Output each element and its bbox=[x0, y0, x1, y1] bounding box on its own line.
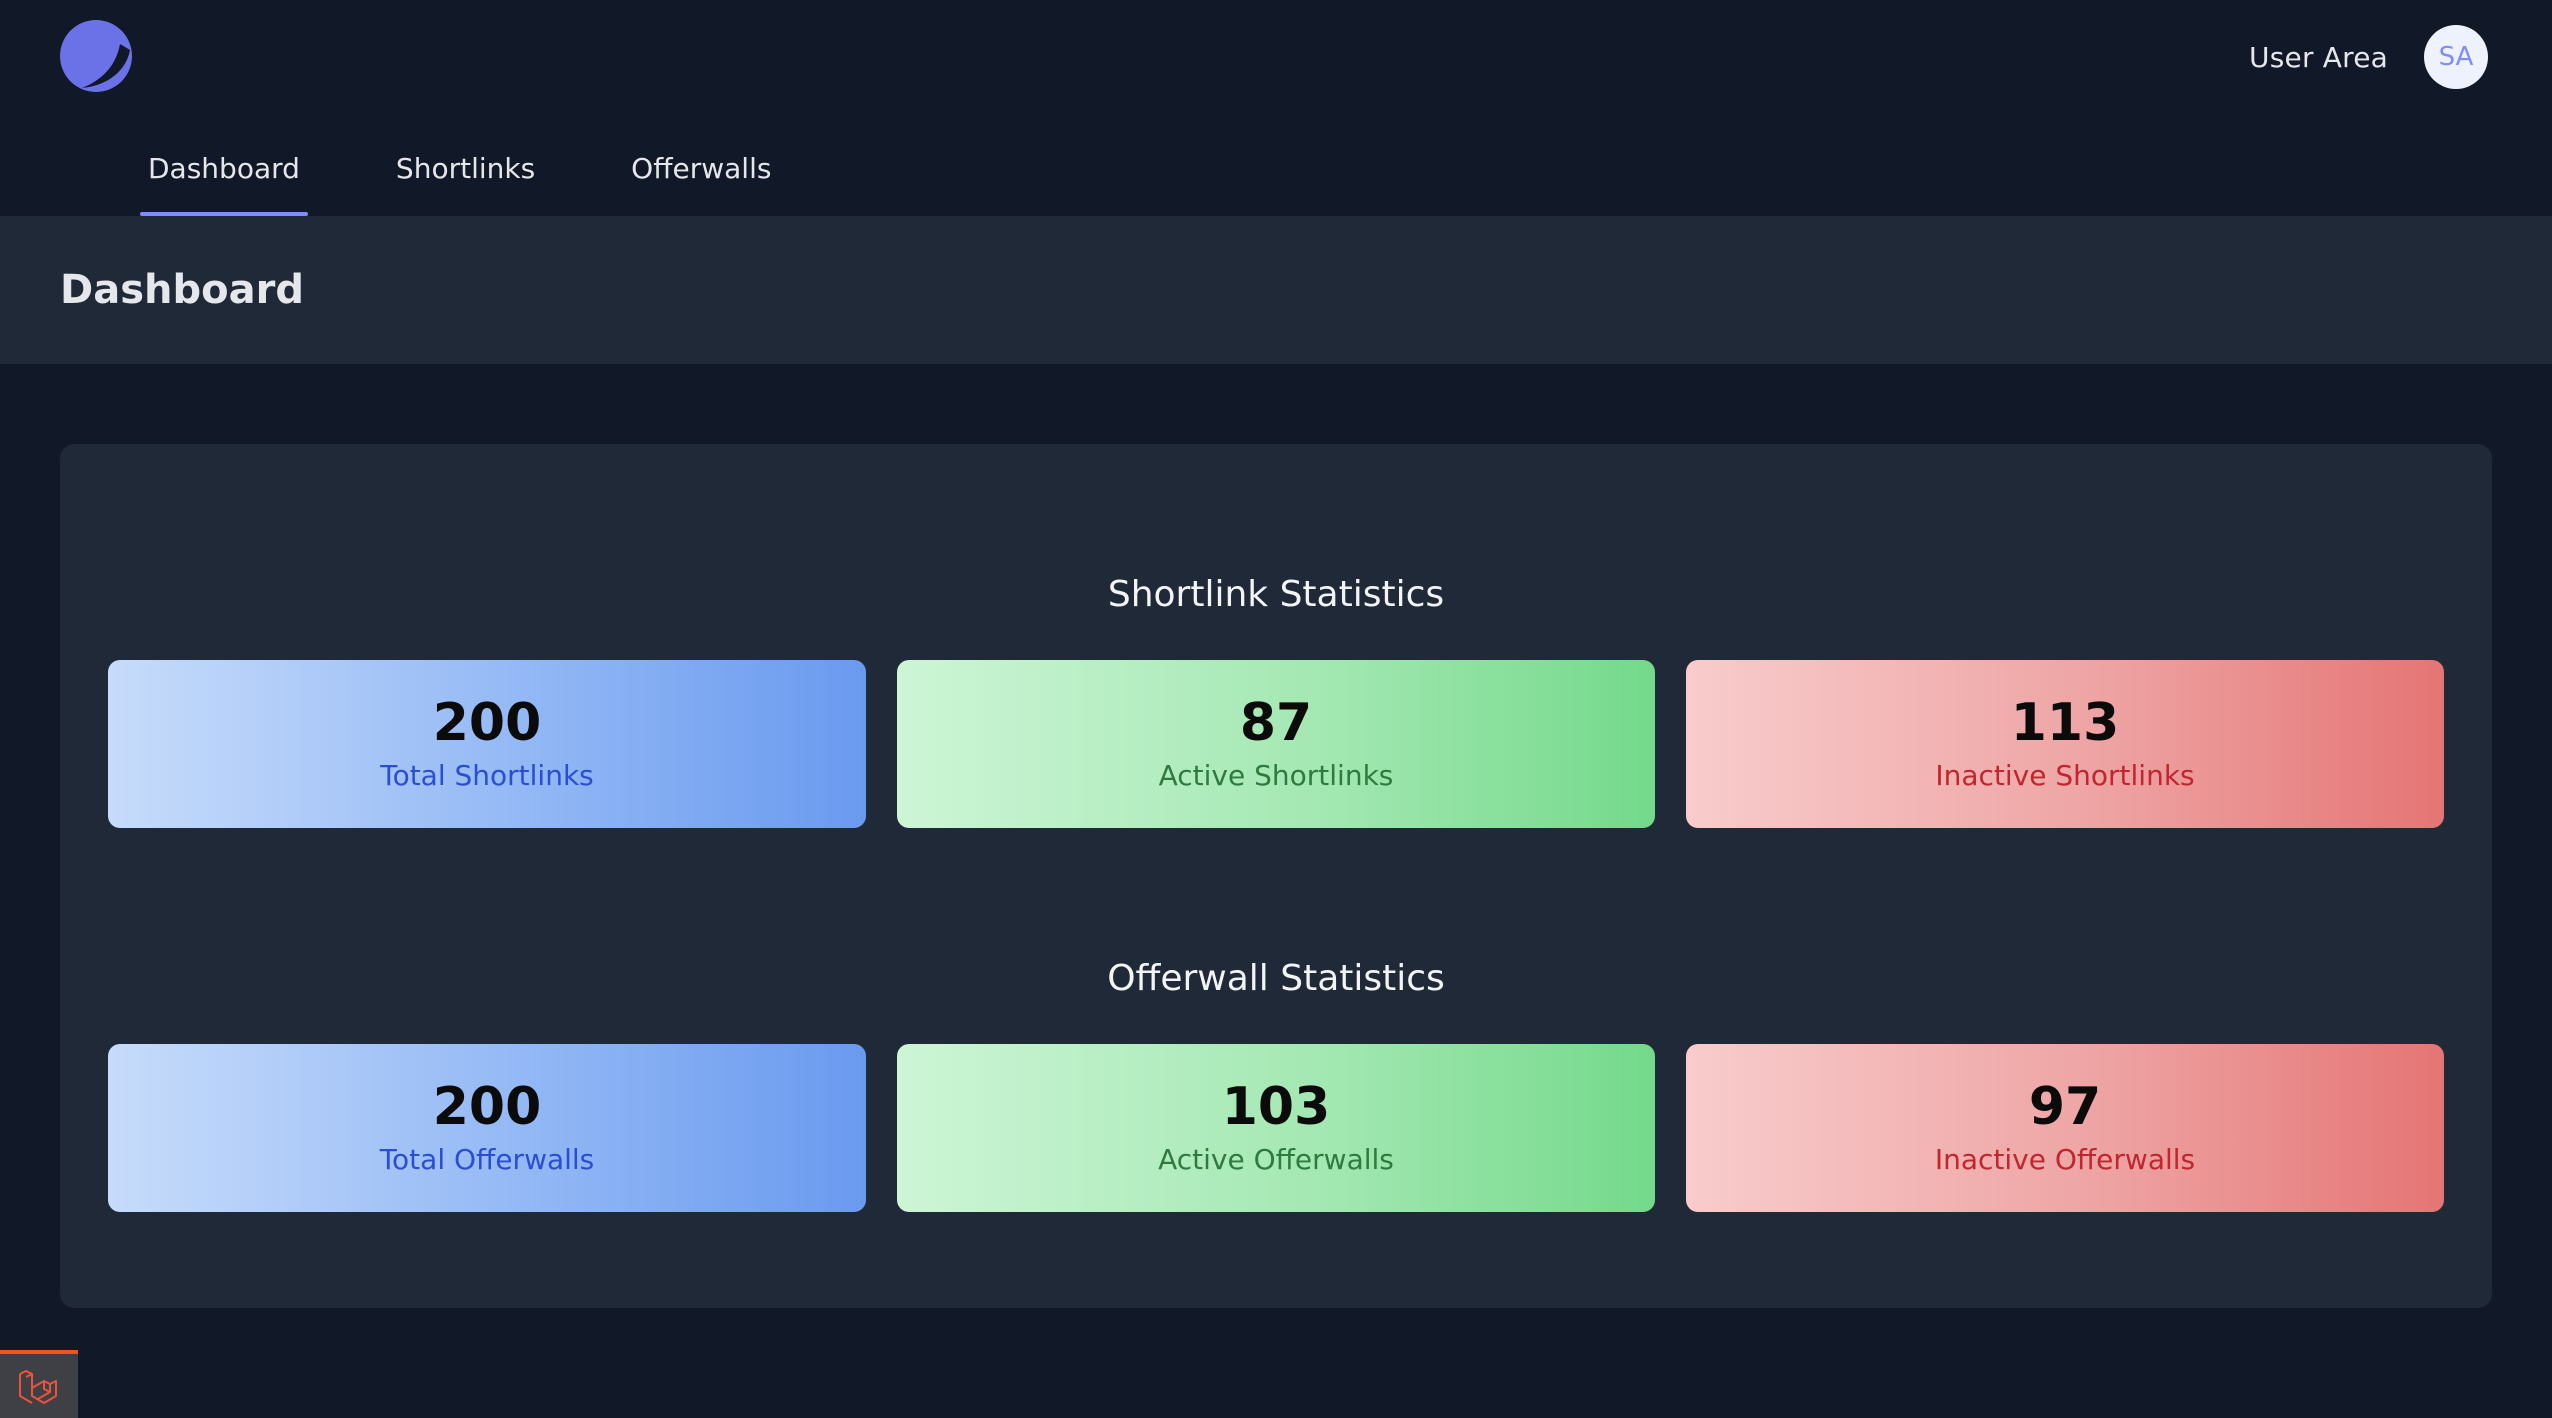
tab-offerwalls[interactable]: Offerwalls bbox=[623, 140, 779, 216]
total-offerwalls-value: 200 bbox=[432, 1077, 542, 1138]
offerwall-statistics-title: Offerwall Statistics bbox=[1107, 958, 1445, 999]
inactive-shortlinks-value: 113 bbox=[2010, 693, 2120, 754]
total-shortlinks-card: 200 Total Shortlinks bbox=[108, 660, 866, 828]
debugbar-toggle[interactable] bbox=[0, 1350, 78, 1418]
total-offerwalls-label: Total Offerwalls bbox=[379, 1142, 595, 1176]
inactive-offerwalls-card: 97 Inactive Offerwalls bbox=[1686, 1044, 2444, 1212]
laravel-icon bbox=[19, 1370, 57, 1404]
app-logo-icon[interactable] bbox=[60, 20, 132, 92]
tab-shortlinks[interactable]: Shortlinks bbox=[388, 140, 543, 216]
inactive-offerwalls-value: 97 bbox=[2028, 1077, 2102, 1138]
shortlink-stats-cards: 200 Total Shortlinks 87 Active Shortlink… bbox=[108, 660, 2444, 828]
total-shortlinks-label: Total Shortlinks bbox=[380, 758, 594, 792]
inactive-shortlinks-card: 113 Inactive Shortlinks bbox=[1686, 660, 2444, 828]
total-offerwalls-card: 200 Total Offerwalls bbox=[108, 1044, 866, 1212]
user-area[interactable]: User Area SA bbox=[2249, 22, 2552, 92]
user-area-label[interactable]: User Area bbox=[2249, 41, 2388, 74]
offerwall-stats-cards: 200 Total Offerwalls 103 Active Offerwal… bbox=[108, 1044, 2444, 1212]
avatar[interactable]: SA bbox=[2424, 25, 2488, 89]
page-header: Dashboard bbox=[0, 216, 2552, 364]
page-title: Dashboard bbox=[60, 267, 304, 313]
nav-tabs: Dashboard Shortlinks Offerwalls bbox=[140, 140, 859, 216]
tab-dashboard[interactable]: Dashboard bbox=[140, 140, 308, 216]
inactive-offerwalls-label: Inactive Offerwalls bbox=[1934, 1142, 2196, 1176]
active-shortlinks-label: Active Shortlinks bbox=[1158, 758, 1394, 792]
active-shortlinks-value: 87 bbox=[1239, 693, 1313, 754]
inactive-shortlinks-label: Inactive Shortlinks bbox=[1935, 758, 2195, 792]
active-offerwalls-value: 103 bbox=[1221, 1077, 1331, 1138]
statistics-panel: Shortlink Statistics 200 Total Shortlink… bbox=[60, 444, 2492, 1308]
total-shortlinks-value: 200 bbox=[432, 693, 542, 754]
active-shortlinks-card: 87 Active Shortlinks bbox=[897, 660, 1655, 828]
top-navigation: User Area SA Dashboard Shortlinks Offerw… bbox=[0, 0, 2552, 216]
active-offerwalls-card: 103 Active Offerwalls bbox=[897, 1044, 1655, 1212]
shortlink-statistics-title: Shortlink Statistics bbox=[1107, 574, 1445, 615]
active-offerwalls-label: Active Offerwalls bbox=[1158, 1142, 1394, 1176]
